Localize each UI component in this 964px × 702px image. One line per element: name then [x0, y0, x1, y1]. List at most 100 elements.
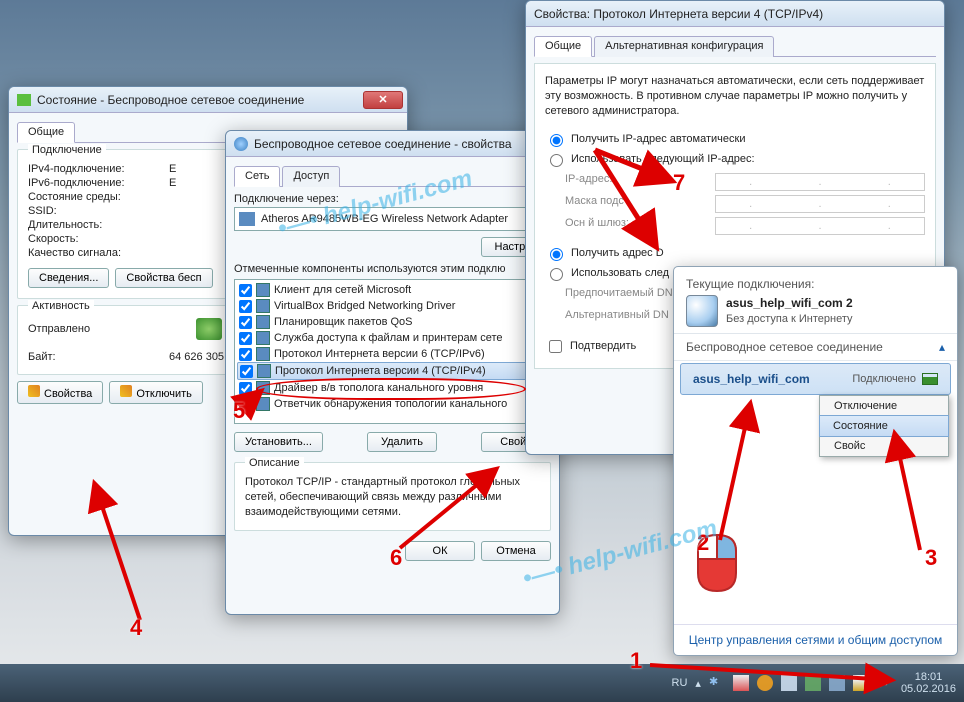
- component-checkbox[interactable]: [240, 365, 253, 378]
- tab-tcp-alt[interactable]: Альтернативная конфигурация: [594, 36, 774, 57]
- label-mask: Маска подс: [565, 195, 705, 213]
- adapter-titlebar[interactable]: Беспроводное сетевое соединение - свойст…: [226, 131, 559, 157]
- signal-icon: [922, 373, 938, 385]
- annot-2: 2: [697, 530, 709, 556]
- label-connect-via: Подключение через:: [234, 193, 551, 205]
- mask-field[interactable]: ...: [715, 195, 925, 213]
- group-description: Описание: [245, 457, 304, 469]
- group-activity: Активность: [28, 300, 94, 312]
- gateway-field[interactable]: ...: [715, 217, 925, 235]
- cancel-button[interactable]: Отмена: [481, 541, 551, 561]
- status-row-key: Состояние среды:: [28, 191, 163, 203]
- menu-status[interactable]: Состояние: [819, 415, 949, 437]
- close-button[interactable]: ✕: [363, 91, 403, 109]
- component-label: Протокол Интернета версии 4 (TCP/IPv4): [275, 365, 486, 377]
- flyout-section: Беспроводное сетевое соединение: [686, 340, 883, 354]
- flyout-ssid-state: Подключено: [852, 373, 916, 385]
- component-item[interactable]: Протокол Интернета версии 6 (TCP/IPv6): [237, 346, 548, 362]
- remove-button[interactable]: Удалить: [367, 432, 437, 452]
- lang-indicator[interactable]: RU: [672, 677, 688, 689]
- tray-chevron-icon[interactable]: ▴: [695, 677, 701, 690]
- network-flyout: Текущие подключения: asus_help_wifi_com …: [673, 266, 958, 656]
- sent-label: Отправлено: [28, 323, 90, 335]
- tab-general[interactable]: Общие: [17, 122, 75, 143]
- radio-manual-ip[interactable]: Использовать следующий IP-адрес:: [545, 149, 925, 169]
- component-checkbox[interactable]: [239, 332, 252, 345]
- component-item[interactable]: Клиент для сетей Microsoft: [237, 282, 548, 298]
- house-network-icon: [686, 295, 718, 327]
- tool-icon[interactable]: [805, 675, 821, 691]
- annot-1: 1: [630, 648, 642, 674]
- taskbar: RU ▴ ✱ 🔊 18:01 05.02.2016: [0, 664, 964, 702]
- adapter-props-window: Беспроводное сетевое соединение - свойст…: [225, 130, 560, 615]
- component-checkbox[interactable]: [239, 300, 252, 313]
- component-item[interactable]: Ответчик обнаружения топологии канальног…: [237, 396, 548, 412]
- wireless-props-button[interactable]: Свойства бесп: [115, 268, 212, 288]
- disconnect-button[interactable]: Отключить: [109, 381, 203, 404]
- tcp-intro: Параметры IP могут назначаться автоматич…: [545, 74, 925, 119]
- label-components: Отмеченные компоненты используются этим …: [234, 263, 551, 275]
- component-item[interactable]: Драйвер в/в тополога канального уровня: [237, 380, 548, 396]
- radio-auto-dns[interactable]: Получить адрес D: [545, 243, 925, 263]
- flyout-link-center[interactable]: Центр управления сетями и общим доступом: [674, 624, 957, 655]
- label-gateway: Осн й шлюз:: [565, 217, 705, 235]
- adapter-icon: [239, 212, 255, 226]
- group-connection: Подключение: [28, 144, 106, 156]
- bluetooth-icon[interactable]: ✱: [709, 675, 725, 691]
- menu-props[interactable]: Свойс: [820, 436, 948, 456]
- component-checkbox[interactable]: [239, 382, 252, 395]
- annot-6: 6: [390, 545, 402, 571]
- ip-field[interactable]: ...: [715, 173, 925, 191]
- details-button[interactable]: Сведения...: [28, 268, 109, 288]
- system-tray: RU ▴ ✱ 🔊 18:01 05.02.2016: [672, 671, 956, 695]
- component-label: Служба доступа к файлам и принтерам сете: [274, 332, 503, 344]
- bytes-label: Байт:: [28, 351, 163, 363]
- power-icon[interactable]: [781, 675, 797, 691]
- status-row-key: IPv6-подключение:: [28, 177, 163, 189]
- tab-access[interactable]: Доступ: [282, 166, 340, 187]
- ok-button[interactable]: ОК: [405, 541, 475, 561]
- tab-network[interactable]: Сеть: [234, 166, 280, 187]
- flag-icon[interactable]: [733, 675, 749, 691]
- component-icon: [256, 315, 270, 329]
- bytes-value: 64 626 305: [169, 351, 224, 363]
- context-menu: Отключение Состояние Свойс: [819, 395, 949, 457]
- volume-icon[interactable]: 🔊: [877, 675, 893, 691]
- menu-disconnect[interactable]: Отключение: [820, 396, 948, 416]
- chevron-up-icon[interactable]: ▴: [939, 340, 945, 354]
- network-tray-icon[interactable]: [853, 675, 869, 691]
- component-label: Клиент для сетей Microsoft: [274, 284, 411, 296]
- component-checkbox[interactable]: [239, 284, 252, 297]
- tcpip-titlebar[interactable]: Свойства: Протокол Интернета версии 4 (T…: [526, 1, 944, 27]
- component-item[interactable]: VirtualBox Bridged Networking Driver: [237, 298, 548, 314]
- install-button[interactable]: Установить...: [234, 432, 323, 452]
- status-row-key: SSID:: [28, 205, 163, 217]
- status-row-key: Качество сигнала:: [28, 247, 163, 259]
- status-title: Состояние - Беспроводное сетевое соедине…: [37, 93, 304, 107]
- component-icon: [256, 397, 270, 411]
- component-checkbox[interactable]: [239, 348, 252, 361]
- tab-tcp-general[interactable]: Общие: [534, 36, 592, 57]
- app-icon[interactable]: [829, 675, 845, 691]
- flyout-network-item[interactable]: asus_help_wifi_com Подключено: [680, 363, 951, 395]
- annot-4: 4: [130, 615, 142, 641]
- components-list[interactable]: Клиент для сетей Microsoft VirtualBox Bri…: [234, 279, 551, 424]
- component-icon: [256, 381, 270, 395]
- status-row-key: Длительность:: [28, 219, 163, 231]
- adapter-name: Atheros AR9485WB-EG Wireless Network Ada…: [261, 213, 508, 225]
- flyout-ssid: asus_help_wifi_com: [693, 372, 810, 386]
- taskbar-clock[interactable]: 18:01 05.02.2016: [901, 671, 956, 695]
- status-row-key: IPv4-подключение:: [28, 163, 163, 175]
- component-label: Ответчик обнаружения топологии канальног…: [274, 398, 507, 410]
- component-item[interactable]: Служба доступа к файлам и принтерам сете: [237, 330, 548, 346]
- properties-button[interactable]: Свойства: [17, 381, 103, 404]
- updates-icon[interactable]: [757, 675, 773, 691]
- component-checkbox[interactable]: [239, 316, 252, 329]
- status-titlebar[interactable]: Состояние - Беспроводное сетевое соедине…: [9, 87, 407, 113]
- shield-icon: [28, 385, 40, 397]
- component-item[interactable]: Протокол Интернета версии 4 (TCP/IPv4): [237, 362, 548, 380]
- shield-icon: [120, 385, 132, 397]
- component-item[interactable]: Планировщик пакетов QoS: [237, 314, 548, 330]
- radio-auto-ip[interactable]: Получить IP-адрес автоматически: [545, 129, 925, 149]
- flyout-heading: Текущие подключения:: [686, 277, 945, 291]
